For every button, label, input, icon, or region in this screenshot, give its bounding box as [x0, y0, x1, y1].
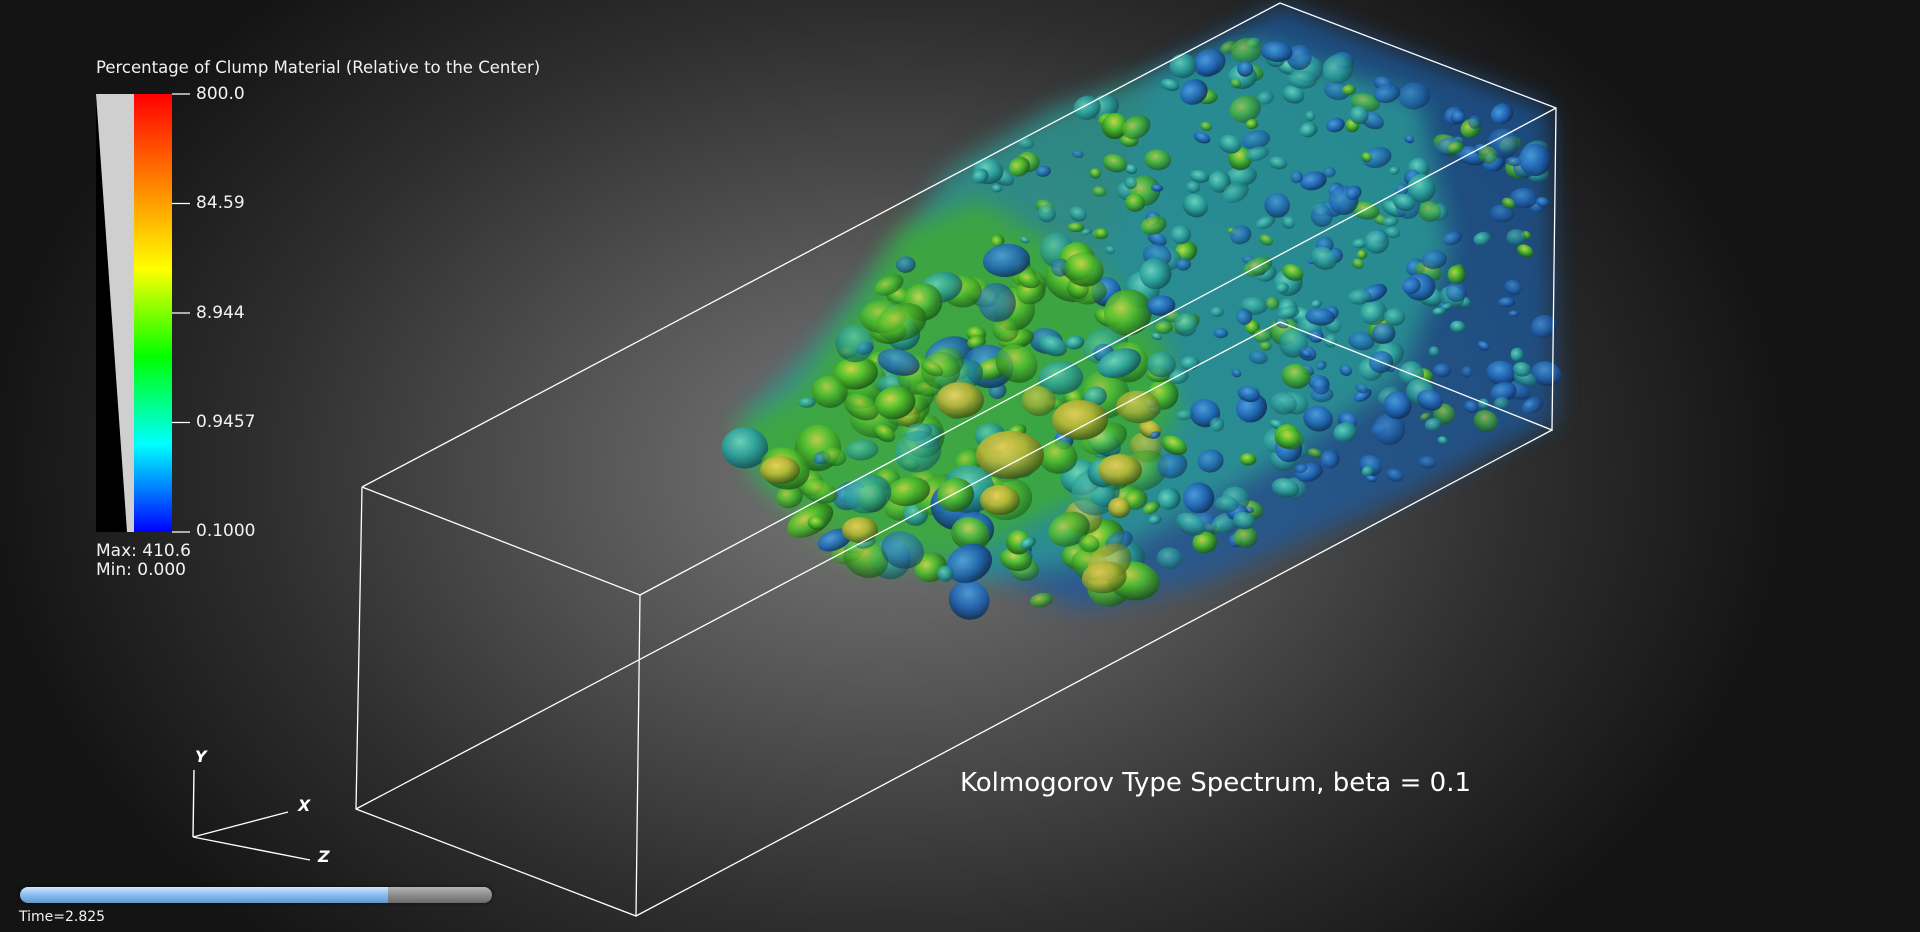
axis-z-line — [192, 836, 311, 861]
axis-x-label: X — [298, 796, 311, 815]
time-slider[interactable] — [20, 887, 492, 903]
axis-y-label: Y — [195, 747, 207, 766]
legend-tick-label: 800.0 — [196, 84, 245, 104]
orientation-axes — [192, 769, 311, 861]
volume-rendering — [721, 5, 1562, 620]
color-ramp — [134, 94, 172, 532]
axis-x-line — [192, 811, 289, 838]
time-slider-fill — [20, 887, 388, 903]
legend-min-label: Min: 0.000 — [96, 560, 186, 580]
volume-swirl — [980, 485, 1020, 515]
volume-blob — [1498, 297, 1515, 308]
legend-max-label: Max: 410.6 — [96, 541, 191, 561]
legend-tick-label: 84.59 — [196, 193, 245, 213]
volume-swirl — [976, 431, 1044, 479]
bbox-front-face — [355, 486, 641, 917]
axis-y-line — [192, 769, 195, 838]
legend-tick-label: 0.9457 — [196, 412, 256, 432]
volume-swirl — [1098, 454, 1142, 486]
legend-title: Percentage of Clump Material (Relative t… — [96, 58, 541, 77]
volume-swirl — [842, 517, 878, 543]
color-legend-bar — [96, 93, 190, 533]
volume-swirl — [760, 456, 800, 484]
legend-tick-label: 0.1000 — [196, 521, 256, 541]
time-label: Time=2.825 — [19, 909, 106, 925]
legend-tick-label: 8.944 — [196, 303, 245, 323]
legend-tick-marks — [172, 93, 190, 533]
spectrum-annotation: Kolmogorov Type Spectrum, beta = 0.1 — [960, 768, 1471, 798]
render-viewport[interactable]: Percentage of Clump Material (Relative t… — [0, 0, 1920, 932]
axis-z-label: Z — [318, 847, 330, 866]
volume-swirl — [936, 382, 984, 418]
volume-swirl — [1052, 400, 1108, 440]
